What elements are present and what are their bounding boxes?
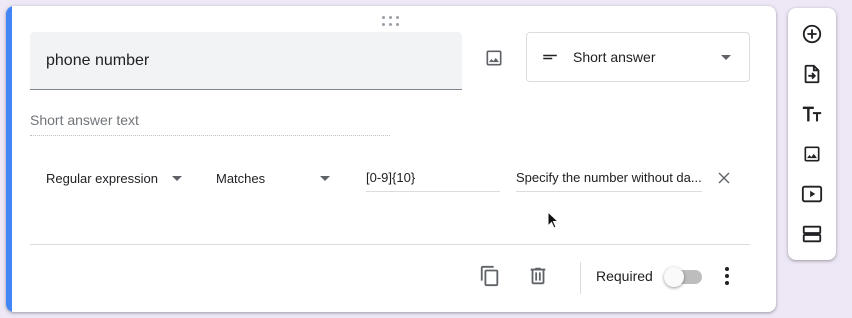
short-text-icon (541, 48, 559, 66)
delete-icon[interactable] (526, 264, 550, 288)
pattern-input[interactable]: [0-9]{10} (366, 164, 500, 192)
question-type-label: Short answer (573, 49, 656, 65)
floating-toolbar (788, 8, 836, 260)
chevron-down-icon (721, 55, 731, 60)
add-section-icon[interactable] (800, 222, 824, 246)
chevron-down-icon (172, 176, 182, 181)
close-icon[interactable] (716, 170, 732, 186)
validation-kind-label: Regular expression (46, 170, 159, 186)
add-image-icon[interactable] (480, 44, 508, 72)
active-accent-bar (6, 6, 12, 312)
answer-placeholder: Short answer text (30, 112, 390, 136)
required-label: Required (596, 268, 653, 284)
question-card: phone number Short answer Short answer t… (6, 6, 776, 312)
validation-condition-dropdown[interactable]: Matches (216, 164, 330, 192)
add-title-icon[interactable] (800, 102, 824, 126)
footer-divider (30, 244, 750, 245)
mouse-pointer-icon (547, 211, 561, 231)
drag-handle-icon[interactable] (382, 16, 400, 26)
add-video-icon[interactable] (800, 182, 824, 206)
footer-vertical-divider (580, 262, 581, 294)
question-type-dropdown[interactable]: Short answer (526, 32, 750, 82)
question-title-input[interactable]: phone number (30, 32, 462, 90)
import-questions-icon[interactable] (800, 62, 824, 86)
custom-error-text-input[interactable]: Specify the number without da... (516, 164, 702, 192)
validation-kind-dropdown[interactable]: Regular expression (46, 164, 182, 192)
response-validation-row: Regular expression Matches [0-9]{10} Spe… (30, 164, 750, 194)
more-options-icon[interactable] (720, 264, 734, 288)
duplicate-icon[interactable] (478, 264, 502, 288)
validation-condition-label: Matches (216, 170, 266, 186)
chevron-down-icon (320, 176, 330, 181)
add-image-icon[interactable] (800, 142, 824, 166)
add-question-icon[interactable] (800, 22, 824, 46)
required-toggle[interactable] (664, 267, 704, 287)
